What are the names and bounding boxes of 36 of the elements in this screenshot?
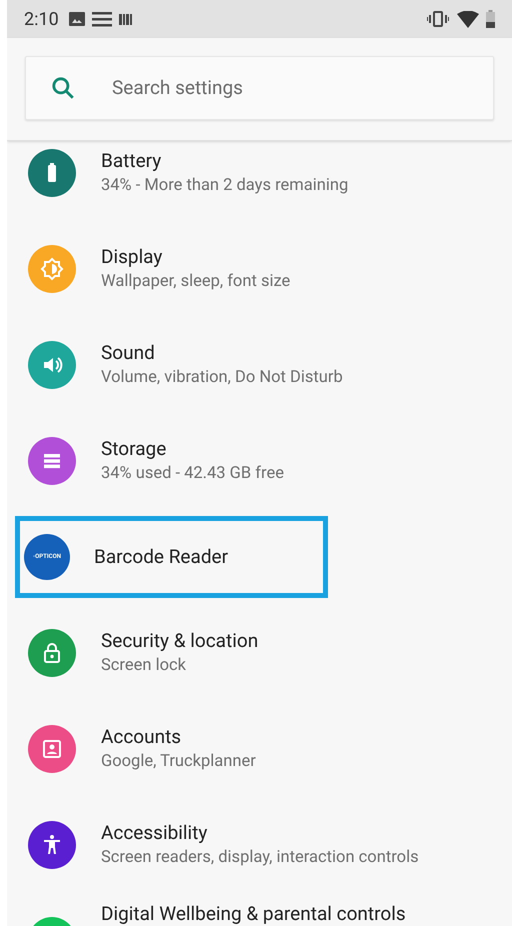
vibrate-icon bbox=[427, 11, 449, 27]
item-subtitle: 34% used - 42.43 GB free bbox=[101, 463, 284, 485]
item-title: Accessibility bbox=[101, 820, 208, 846]
settings-item[interactable]: Accounts Google, Truckplanner bbox=[7, 701, 512, 797]
search-input[interactable]: Search settings bbox=[112, 74, 493, 102]
account-icon bbox=[40, 737, 64, 761]
item-subtitle: 34% - More than 2 days remaining bbox=[101, 175, 348, 197]
bars-icon bbox=[118, 14, 132, 24]
item-title: Digital Wellbeing & parental controls bbox=[101, 901, 406, 926]
search-field[interactable]: Search settings bbox=[25, 56, 494, 120]
item-title: Security & location bbox=[101, 628, 258, 654]
settings-item[interactable]: Storage 34% used - 42.43 GB free bbox=[7, 413, 512, 509]
item-subtitle: Wallpaper, sleep, font size bbox=[101, 271, 290, 293]
wifi-icon bbox=[457, 10, 479, 28]
battery-status-icon bbox=[486, 10, 495, 28]
item-title: Accounts bbox=[101, 724, 182, 750]
image-icon bbox=[68, 12, 85, 26]
item-title: Display bbox=[101, 244, 164, 270]
settings-item[interactable]: Accessibility Screen readers, display, interaction controls bbox=[7, 797, 512, 893]
settings-item[interactable]: Battery 34% - More than 2 days remaining bbox=[7, 141, 512, 221]
item-subtitle: Volume, vibration, Do Not Disturb bbox=[101, 367, 343, 389]
status-time: 2:10 bbox=[24, 8, 59, 32]
item-subtitle: Screen readers, display, interaction controls bbox=[101, 847, 419, 869]
item-title: Sound bbox=[101, 340, 156, 366]
item-title: Battery bbox=[101, 148, 162, 174]
item-subtitle: Screen lock bbox=[101, 655, 187, 677]
item-subtitle: Google, Truckplanner bbox=[101, 751, 256, 773]
settings-item[interactable]: Digital Wellbeing & parental controls bbox=[7, 893, 512, 926]
brightness-icon bbox=[40, 257, 64, 281]
settings-item[interactable]: Sound Volume, vibration, Do Not Disturb bbox=[7, 317, 512, 413]
search-icon bbox=[50, 75, 76, 101]
settings-item[interactable]: Security & location Screen lock bbox=[7, 605, 512, 701]
menu-icon bbox=[92, 11, 112, 27]
item-title: Barcode Reader bbox=[94, 544, 228, 570]
item-title: Storage bbox=[101, 436, 168, 462]
settings-item[interactable]: Display Wallpaper, sleep, font size bbox=[7, 221, 512, 317]
